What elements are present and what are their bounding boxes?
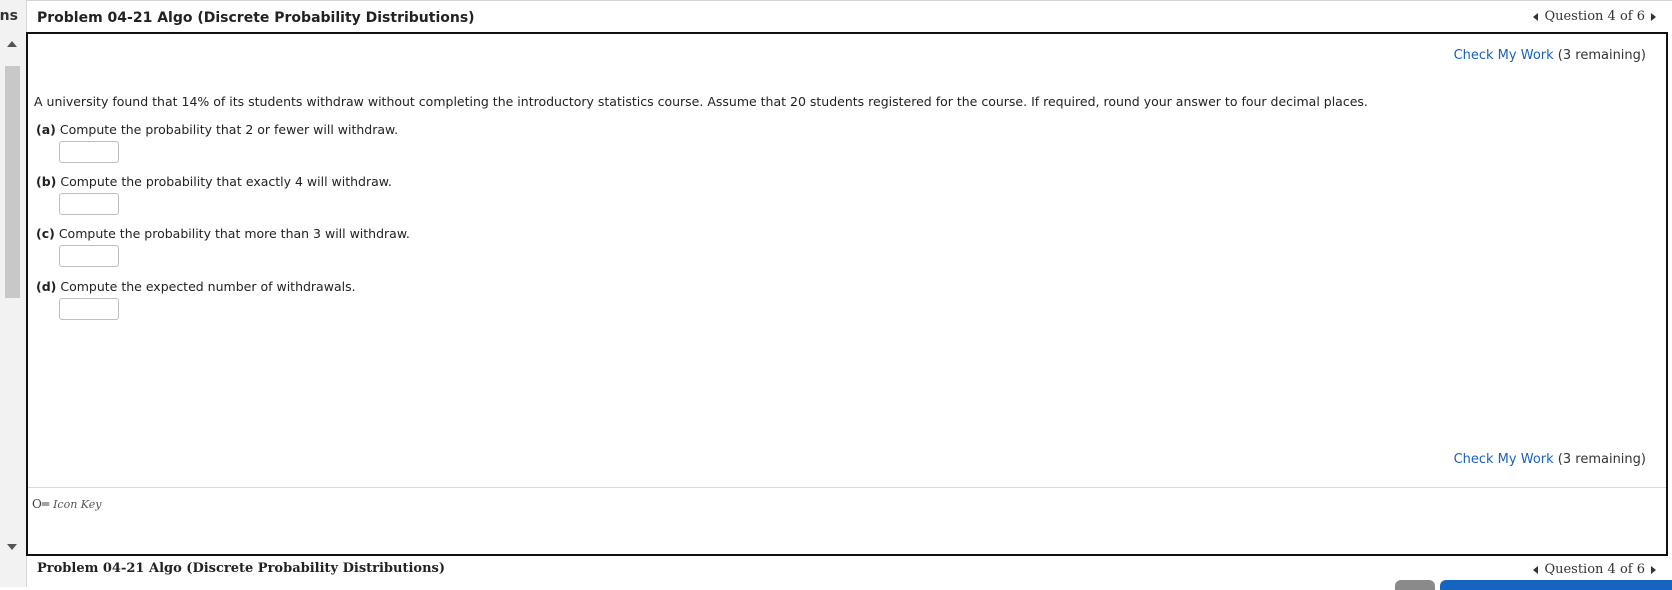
problem-stem: A university found that 14% of its stude… bbox=[34, 94, 1368, 109]
part-label: (d) bbox=[36, 279, 57, 294]
page-title: Problem 04-21 Algo (Discrete Probability… bbox=[37, 10, 475, 26]
icon-key-label: Icon Key bbox=[53, 497, 102, 511]
next-question-icon[interactable] bbox=[1651, 12, 1656, 21]
check-my-work-bottom: Check My Work (3 remaining) bbox=[1454, 452, 1646, 467]
icon-key-link[interactable]: O═ Icon Key bbox=[32, 497, 101, 511]
key-icon: O═ bbox=[32, 497, 50, 511]
part-a-prompt: (a) Compute the probability that 2 or fe… bbox=[36, 122, 398, 137]
check-my-work-link[interactable]: Check My Work bbox=[1454, 452, 1554, 467]
part-text: Compute the probability that exactly 4 w… bbox=[60, 174, 392, 189]
part-d-prompt: (d) Compute the expected number of withd… bbox=[36, 279, 356, 294]
answer-input-b[interactable] bbox=[59, 193, 119, 215]
footer-question-nav: Question 4 of 6 bbox=[1533, 562, 1656, 577]
previous-question-icon[interactable] bbox=[1533, 12, 1539, 21]
question-nav: Question 4 of 6 bbox=[1533, 9, 1656, 24]
check-my-work-link[interactable]: Check My Work bbox=[1454, 48, 1554, 63]
secondary-button-partial[interactable] bbox=[1395, 580, 1435, 590]
answer-input-d[interactable] bbox=[59, 298, 119, 320]
primary-button-partial[interactable] bbox=[1440, 580, 1672, 590]
scroll-up-arrow-icon[interactable] bbox=[7, 41, 17, 47]
question-frame: Check My Work (3 remaining) A university… bbox=[26, 32, 1668, 556]
remaining-attempts: (3 remaining) bbox=[1557, 452, 1646, 467]
answer-input-c[interactable] bbox=[59, 245, 119, 267]
part-text: Compute the probability that 2 or fewer … bbox=[59, 122, 399, 137]
previous-question-icon[interactable] bbox=[1533, 565, 1539, 574]
question-counter: Question 4 of 6 bbox=[1544, 562, 1645, 577]
part-text: Compute the probability that more than 3… bbox=[58, 226, 410, 241]
question-counter: Question 4 of 6 bbox=[1544, 9, 1645, 24]
sidebar-title-fragment: ons bbox=[0, 8, 18, 24]
problem-header: Problem 04-21 Algo (Discrete Probability… bbox=[27, 0, 1672, 33]
part-label: (a) bbox=[36, 122, 56, 137]
part-text: Compute the expected number of withdrawa… bbox=[60, 279, 356, 294]
part-label: (c) bbox=[36, 226, 55, 241]
part-c-prompt: (c) Compute the probability that more th… bbox=[36, 226, 410, 241]
footer-title: Problem 04-21 Algo (Discrete Probability… bbox=[37, 561, 446, 576]
part-b-prompt: (b) Compute the probability that exactly… bbox=[36, 174, 392, 189]
scrollbar-thumb[interactable] bbox=[5, 66, 20, 298]
section-divider bbox=[28, 487, 1666, 488]
answer-input-a[interactable] bbox=[59, 141, 119, 163]
part-label: (b) bbox=[36, 174, 57, 189]
remaining-attempts: (3 remaining) bbox=[1557, 48, 1646, 63]
check-my-work-top: Check My Work (3 remaining) bbox=[1454, 48, 1646, 63]
sidebar-collapsed: ons bbox=[0, 0, 27, 587]
next-question-icon[interactable] bbox=[1651, 565, 1656, 574]
scroll-down-arrow-icon[interactable] bbox=[7, 544, 17, 550]
